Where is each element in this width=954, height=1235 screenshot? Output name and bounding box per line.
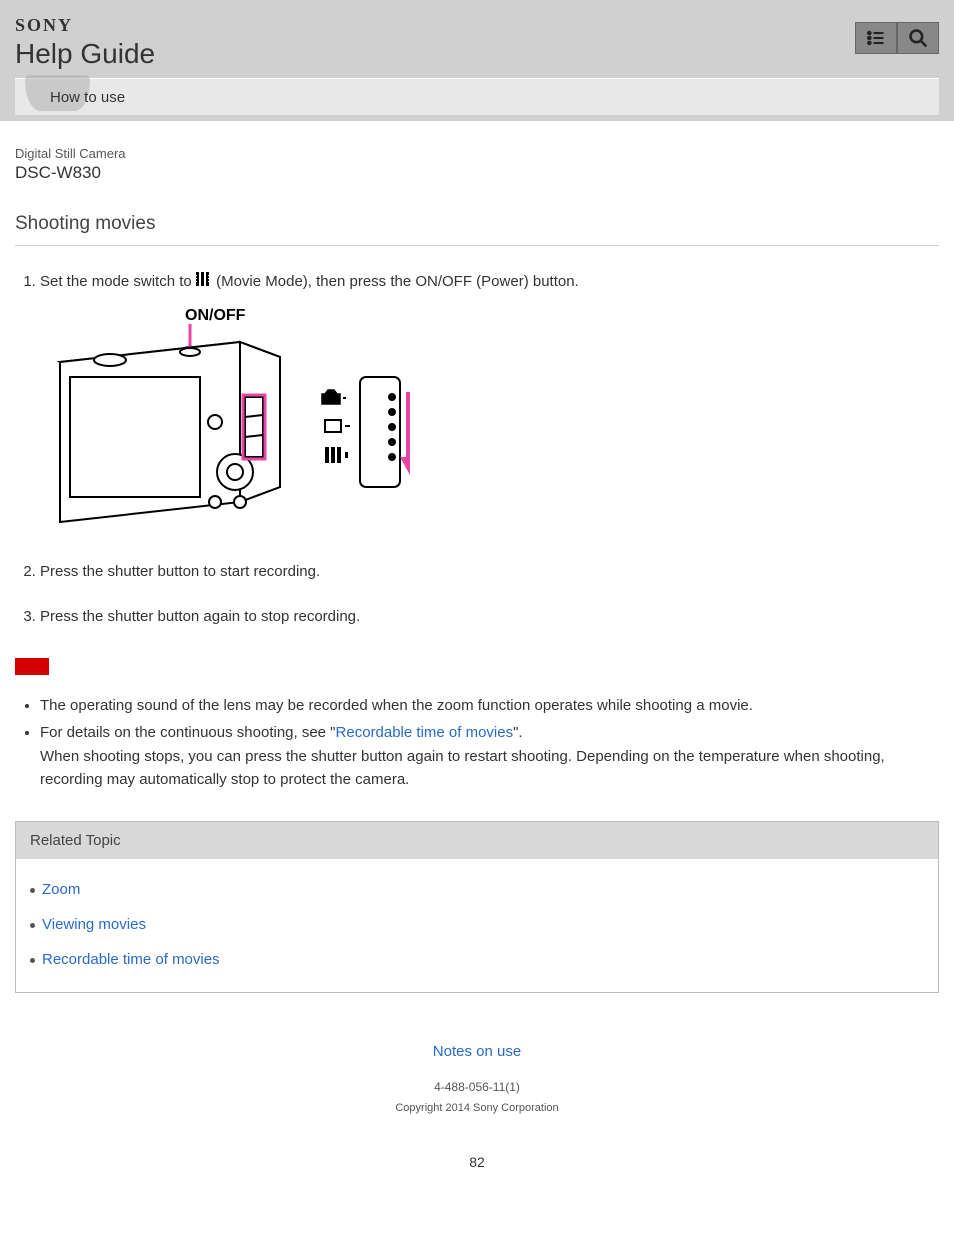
- step-1-text-b: (Movie Mode), then press the ON/OFF (Pow…: [216, 273, 579, 290]
- note-1: The operating sound of the lens may be r…: [40, 694, 939, 717]
- note-2-text-b: ".: [513, 724, 523, 741]
- related-topic-body: Zoom Viewing movies Recordable time of m…: [16, 859, 938, 992]
- product-model: DSC-W830: [15, 163, 939, 183]
- guide-title: Help Guide: [15, 38, 939, 70]
- footer: Notes on use 4-488-056-11(1) Copyright 2…: [15, 1043, 939, 1114]
- list-icon[interactable]: [855, 22, 897, 54]
- page-title: Shooting movies: [15, 213, 939, 246]
- onoff-label: ON/OFF: [185, 307, 246, 324]
- related-topic-box: Related Topic Zoom Viewing movies Record…: [15, 821, 939, 993]
- steps-list: Set the mode switch to (Movie Mod: [40, 271, 939, 628]
- step-3: Press the shutter button again to stop r…: [40, 606, 939, 629]
- note-block: The operating sound of the lens may be r…: [15, 658, 939, 791]
- link-recordable-time[interactable]: Recordable time of movies: [42, 951, 924, 968]
- camera-illustration: ON/OFF: [40, 294, 939, 540]
- movie-mode-icon: [196, 271, 212, 294]
- link-notes-on-use[interactable]: Notes on use: [15, 1043, 939, 1060]
- note-2: For details on the continuous shooting, …: [40, 721, 939, 791]
- nav-how-to-use[interactable]: How to use: [50, 89, 125, 106]
- header: SONY Help Guide How to use: [0, 0, 954, 121]
- note-2-text-c: When shooting stops, you can press the s…: [40, 748, 885, 788]
- brand-logo: SONY: [15, 15, 939, 36]
- step-1: Set the mode switch to (Movie Mod: [40, 271, 939, 539]
- link-zoom[interactable]: Zoom: [42, 881, 924, 898]
- page-root: SONY Help Guide How to use Digital Still…: [0, 0, 954, 1220]
- doc-number: 4-488-056-11(1): [15, 1080, 939, 1094]
- step-2: Press the shutter button to start record…: [40, 561, 939, 584]
- notes-list: The operating sound of the lens may be r…: [25, 694, 939, 791]
- header-icons: [855, 22, 939, 54]
- product-category: Digital Still Camera: [15, 146, 939, 161]
- page-number: 82: [15, 1154, 939, 1170]
- search-icon[interactable]: [897, 22, 939, 54]
- content: Digital Still Camera DSC-W830 Shooting m…: [0, 121, 954, 1180]
- link-recordable-time-inline[interactable]: Recordable time of movies: [336, 724, 514, 741]
- link-viewing-movies[interactable]: Viewing movies: [42, 916, 924, 933]
- nav-bar: How to use: [15, 78, 939, 121]
- copyright: Copyright 2014 Sony Corporation: [15, 1102, 939, 1114]
- note-2-text-a: For details on the continuous shooting, …: [40, 724, 336, 741]
- note-badge: [15, 658, 49, 675]
- step-1-text-a: Set the mode switch to: [40, 273, 196, 290]
- related-topic-header: Related Topic: [16, 822, 938, 859]
